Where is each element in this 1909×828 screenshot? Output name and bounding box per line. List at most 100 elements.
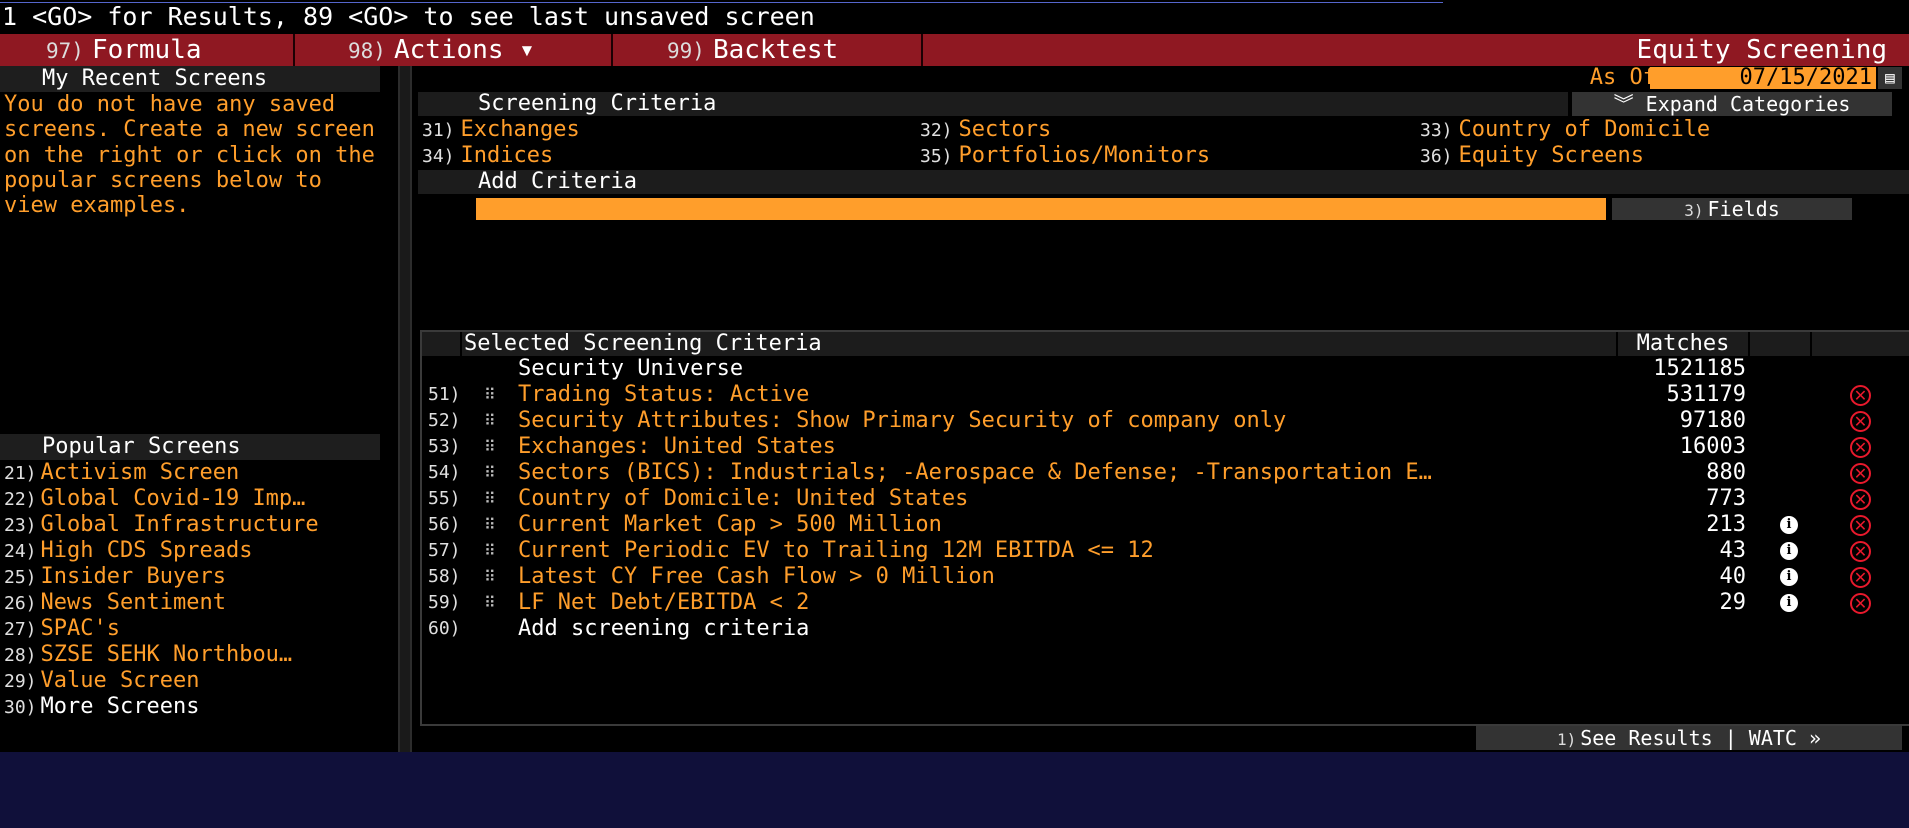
screening-criteria-title: Screening Criteria <box>478 91 717 116</box>
table-row[interactable]: 54) ⠿ Sectors (BICS): Industrials; -Aero… <box>422 460 1909 486</box>
delete-icon[interactable]: ✕ <box>1850 385 1871 406</box>
delete-icon[interactable]: ✕ <box>1850 437 1871 458</box>
criteria-row-count: 213 <box>1706 512 1746 537</box>
calendar-icon[interactable]: ▤ <box>1878 67 1902 89</box>
popular-item-news[interactable]: 26) News Sentiment <box>4 590 394 616</box>
main-panel: As Of 07/15/2021 ▤ Screening Criteria ︾ … <box>412 66 1909 752</box>
criteria-label: Indices <box>460 143 554 168</box>
criteria-equity-screens[interactable]: 36) Equity Screens <box>1420 144 1644 168</box>
fields-button[interactable]: 3) Fields <box>1612 198 1852 220</box>
criteria-row-count: 97180 <box>1679 408 1746 433</box>
drag-handle-icon[interactable]: ⠿ <box>484 512 496 538</box>
criteria-row-count: 1521185 <box>1653 356 1746 381</box>
criteria-row-number: 55) <box>428 488 461 509</box>
popular-item-activism[interactable]: 21) Activism Screen <box>4 460 394 486</box>
popular-item-insider[interactable]: 25) Insider Buyers <box>4 564 394 590</box>
criteria-row-label: Exchanges: United States <box>518 434 836 459</box>
expand-categories-button[interactable]: ︾ Expand Categories <box>1572 92 1892 116</box>
matches-header: Matches <box>1636 331 1730 356</box>
criteria-row-label: Security Attributes: Show Primary Securi… <box>518 408 1287 433</box>
popular-item-label: SZSE SEHK Northbou… <box>40 642 293 667</box>
table-row[interactable]: 56) ⠿ Current Market Cap > 500 Million 2… <box>422 512 1909 538</box>
criteria-number: 35) <box>920 146 953 167</box>
drag-handle-icon[interactable]: ⠿ <box>484 590 496 616</box>
info-icon[interactable]: i <box>1780 594 1798 612</box>
info-icon[interactable]: i <box>1780 542 1798 560</box>
tab-backtest[interactable]: 99) Backtest <box>613 34 923 66</box>
info-icon[interactable]: i <box>1780 568 1798 586</box>
header-spacer <box>422 332 462 356</box>
delete-icon[interactable]: ✕ <box>1850 541 1871 562</box>
drag-handle-icon[interactable]: ⠿ <box>484 408 496 434</box>
criteria-row-label: LF Net Debt/EBITDA < 2 <box>518 590 810 615</box>
page-title: Equity Screening <box>1636 35 1887 65</box>
footer-bar <box>0 752 1909 828</box>
criteria-label: Country of Domicile <box>1458 117 1711 142</box>
drag-handle-icon[interactable]: ⠿ <box>484 486 496 512</box>
popular-item-number: 27) <box>4 619 37 640</box>
delete-icon[interactable]: ✕ <box>1850 567 1871 588</box>
drag-handle-icon[interactable]: ⠿ <box>484 538 496 564</box>
criteria-number: 32) <box>920 120 953 141</box>
popular-item-spac[interactable]: 27) SPAC's <box>4 616 394 642</box>
table-row[interactable]: 57) ⠿ Current Periodic EV to Trailing 12… <box>422 538 1909 564</box>
info-icon[interactable]: i <box>1780 516 1798 534</box>
criteria-sectors[interactable]: 32) Sectors <box>920 118 1051 142</box>
criteria-row-label: Current Market Cap > 500 Million <box>518 512 942 537</box>
criteria-row-number: 54) <box>428 462 461 483</box>
drag-handle-icon[interactable]: ⠿ <box>484 382 496 408</box>
tab-formula[interactable]: 97) Formula <box>0 34 295 66</box>
popular-item-infrastructure[interactable]: 23) Global Infrastructure <box>4 512 394 538</box>
criteria-row-label: Add screening criteria <box>518 616 810 641</box>
table-row[interactable]: 55) ⠿ Country of Domicile: United States… <box>422 486 1909 512</box>
popular-item-label: More Screens <box>40 694 200 719</box>
criteria-country[interactable]: 33) Country of Domicile <box>1420 118 1710 142</box>
tab-formula-number: 97) <box>46 39 84 63</box>
see-results-button[interactable]: 1) See Results | WATC » <box>1476 726 1902 750</box>
drag-handle-icon[interactable]: ⠿ <box>484 460 496 486</box>
popular-item-cds[interactable]: 24) High CDS Spreads <box>4 538 394 564</box>
delete-icon[interactable]: ✕ <box>1850 411 1871 432</box>
criteria-portfolios[interactable]: 35) Portfolios/Monitors <box>920 144 1210 168</box>
criteria-row-number: 56) <box>428 514 461 535</box>
header-divider <box>1810 332 1812 356</box>
table-row[interactable]: 53) ⠿ Exchanges: United States 16003 ✕ <box>422 434 1909 460</box>
popular-item-value[interactable]: 29) Value Screen <box>4 668 394 694</box>
recent-screens-message: You do not have any saved screens. Creat… <box>4 92 375 219</box>
popular-item-number: 24) <box>4 541 37 562</box>
left-panel: My Recent Screens You do not have any sa… <box>0 66 398 752</box>
criteria-row-number: 59) <box>428 592 461 613</box>
add-criteria-header: Add Criteria <box>418 170 1909 194</box>
tab-formula-label: Formula <box>91 35 202 65</box>
popular-item-number: 21) <box>4 463 37 484</box>
drag-handle-icon[interactable]: ⠿ <box>484 434 496 460</box>
delete-icon[interactable]: ✕ <box>1850 515 1871 536</box>
table-row[interactable]: 52) ⠿ Security Attributes: Show Primary … <box>422 408 1909 434</box>
table-row[interactable]: 58) ⠿ Latest CY Free Cash Flow > 0 Milli… <box>422 564 1909 590</box>
panel-divider[interactable] <box>398 66 412 752</box>
table-row[interactable]: Security Universe 1521185 <box>422 356 1909 382</box>
as-of-date-input[interactable]: 07/15/2021 <box>1650 67 1876 89</box>
delete-icon[interactable]: ✕ <box>1850 489 1871 510</box>
popular-item-label: Value Screen <box>40 668 200 693</box>
delete-icon[interactable]: ✕ <box>1850 463 1871 484</box>
popular-item-label: Global Covid-19 Imp… <box>40 486 306 511</box>
table-row[interactable]: 59) ⠿ LF Net Debt/EBITDA < 2 29 i ✕ <box>422 590 1909 616</box>
delete-icon[interactable]: ✕ <box>1850 593 1871 614</box>
drag-handle-icon[interactable]: ⠿ <box>484 564 496 590</box>
criteria-row-number: 58) <box>428 566 461 587</box>
table-row[interactable]: 51) ⠿ Trading Status: Active 531179 ✕ <box>422 382 1909 408</box>
popular-item-szse[interactable]: 28) SZSE SEHK Northbou… <box>4 642 394 668</box>
criteria-row-label: Trading Status: Active <box>518 382 810 407</box>
criteria-exchanges[interactable]: 31) Exchanges <box>422 118 580 142</box>
add-criteria-input[interactable] <box>476 198 1606 220</box>
command-line[interactable]: 1 <GO> for Results, 89 <GO> to see last … <box>0 0 1909 34</box>
popular-item-more[interactable]: 30) More Screens <box>4 694 394 720</box>
screening-criteria-header: Screening Criteria <box>418 92 1568 116</box>
add-screening-criteria-row[interactable]: 60) Add screening criteria <box>422 616 1909 642</box>
tab-actions[interactable]: 98) Actions ▾ <box>295 34 613 66</box>
tab-actions-label: Actions ▾ <box>393 35 535 65</box>
criteria-indices[interactable]: 34) Indices <box>422 144 553 168</box>
popular-item-covid[interactable]: 22) Global Covid-19 Imp… <box>4 486 394 512</box>
criteria-row-count: 43 <box>1719 538 1747 563</box>
